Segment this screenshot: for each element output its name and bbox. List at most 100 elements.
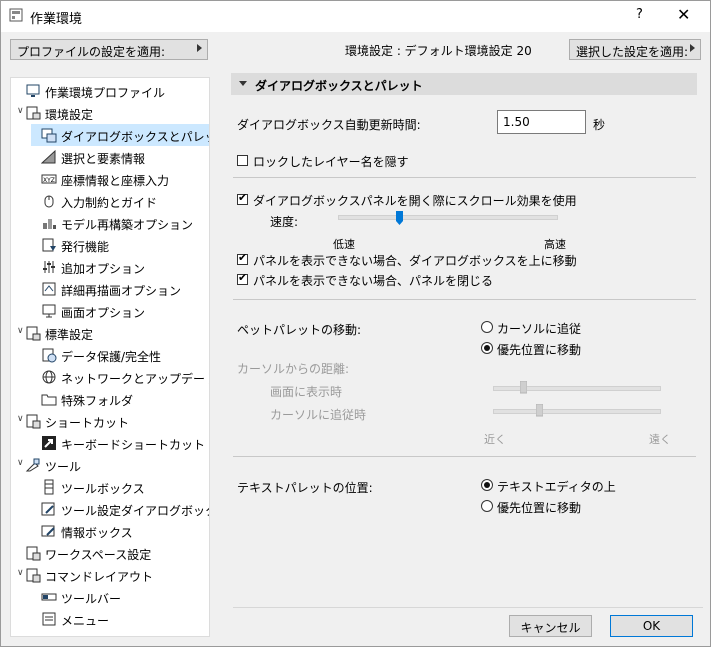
scroll-effect-checkbox[interactable]: ✔ xyxy=(237,192,248,205)
app-icon xyxy=(9,8,23,22)
tree-item[interactable]: 情報ボックス xyxy=(11,520,209,542)
chevron-right-icon xyxy=(690,44,695,52)
tools-icon xyxy=(25,458,40,472)
close-panel-checkbox[interactable]: ✔ xyxy=(237,271,248,285)
screen-display-slider-track[interactable] xyxy=(493,386,661,391)
auto-refresh-field[interactable] xyxy=(497,110,586,134)
tree-item[interactable]: 入力制約とガイド xyxy=(11,190,209,212)
sliders-icon xyxy=(43,261,55,273)
model-rebuild-icon xyxy=(43,219,56,229)
help-button[interactable]: ? xyxy=(636,7,643,22)
cursor-follow-slider-track[interactable] xyxy=(493,409,661,414)
tree-item-label: 入力制約とガイド xyxy=(61,196,158,210)
speed-low-label: 低速 xyxy=(333,238,355,251)
tree-item[interactable]: キーボードショートカット xyxy=(11,432,209,454)
speed-slider-track[interactable] xyxy=(338,215,558,220)
pet-follow-cursor-radio[interactable] xyxy=(481,321,493,333)
tree-item-label: ツール xyxy=(45,460,82,474)
check-icon: ✔ xyxy=(238,271,248,284)
cursor-follow-slider-thumb[interactable] xyxy=(536,404,544,418)
tree-item-label: キーボードショートカット xyxy=(61,438,206,452)
tree-item-label: ダイアログボックスとパレット xyxy=(61,130,209,144)
divider xyxy=(233,177,696,178)
info-box-icon xyxy=(41,525,55,537)
tree-item[interactable]: 追加オプション xyxy=(11,256,209,278)
svg-text:XYZ: XYZ xyxy=(43,177,55,184)
far-label: 遠く xyxy=(649,433,671,446)
apply-profile-button[interactable]: プロファイルの設定を適用: xyxy=(10,39,208,60)
screen-display-label: 画面に表示時 xyxy=(270,385,343,399)
tree-item[interactable]: 画面オプション xyxy=(11,300,209,322)
text-palette-label: テキストパレットの位置: xyxy=(237,481,373,495)
menu-icon xyxy=(42,612,56,626)
cursor-distance-label: カーソルからの距離: xyxy=(237,362,350,376)
tree-item[interactable]: ∨ 標準設定 xyxy=(11,322,209,344)
text-preferred-position-radio[interactable] xyxy=(481,500,493,512)
tree-item-label: 情報ボックス xyxy=(61,526,133,540)
tree-item[interactable]: モデル再構築オプション xyxy=(11,212,209,234)
radio-dot xyxy=(484,482,490,488)
tree-item[interactable]: ∨ コマンドレイアウト xyxy=(11,564,209,586)
apply-selected-button[interactable]: 選択した設定を適用: xyxy=(569,39,701,60)
auto-refresh-label: ダイアログボックス自動更新時間: xyxy=(237,118,421,132)
tree-item-label: データ保護/完全性 xyxy=(61,350,162,364)
tree-item[interactable]: ∨ ショートカット xyxy=(11,410,209,432)
tree-item[interactable]: 作業環境プロファイル xyxy=(11,80,209,102)
ok-button[interactable]: OK xyxy=(610,615,693,637)
shortcuts-icon xyxy=(26,414,41,429)
standard-settings-icon xyxy=(26,326,41,341)
window-title: 作業環境 xyxy=(30,12,83,27)
apply-profile-label: プロファイルの設定を適用: xyxy=(17,45,166,59)
speed-slider-thumb[interactable] xyxy=(395,211,403,225)
tree-item[interactable]: ワークスペース設定 xyxy=(11,542,209,564)
tree-item[interactable]: 発行機能 xyxy=(11,234,209,256)
cancel-button[interactable]: キャンセル xyxy=(509,615,592,637)
tree-item[interactable]: ツールバー xyxy=(11,586,209,608)
tree-item-label: 環境設定 xyxy=(45,108,94,122)
tree-item[interactable]: データ保護/完全性 xyxy=(11,344,209,366)
globe-icon xyxy=(42,370,56,384)
tool-settings-dialog-icon xyxy=(41,502,55,516)
close-button[interactable]: ✕ xyxy=(677,5,690,24)
tree-item[interactable]: 選択と要素情報 xyxy=(11,146,209,168)
display-options-icon xyxy=(42,304,56,318)
tree-item[interactable]: 特殊フォルダ xyxy=(11,388,209,410)
collapse-triangle-icon xyxy=(239,81,247,86)
tree-item[interactable]: ダイアログボックスとパレット xyxy=(31,124,209,146)
section-title: ダイアログボックスとパレット xyxy=(255,79,423,93)
hide-locked-layer-checkbox[interactable] xyxy=(237,155,248,166)
section-header[interactable]: ダイアログボックスとパレット xyxy=(231,73,697,95)
xyz-coordinates-icon: XYZ xyxy=(41,174,57,184)
toolbox-icon xyxy=(44,479,54,495)
scroll-effect-label: ダイアログボックスパネルを開く際にスクロール効果を使用 xyxy=(253,194,577,208)
title-bar: 作業環境 ? ✕ xyxy=(0,0,711,32)
tree-item-label: 発行機能 xyxy=(61,240,110,254)
tree-item[interactable]: ツールボックス xyxy=(11,476,209,498)
tree-item[interactable]: XYZ 座標情報と座標入力 xyxy=(11,168,209,190)
pet-preferred-position-radio[interactable] xyxy=(481,342,493,354)
tree-item[interactable]: ∨ 環境設定 xyxy=(11,102,209,124)
tree-item[interactable]: ツール設定ダイアログボックス xyxy=(11,498,209,520)
tree-item-label: 詳細再描画オプション xyxy=(61,284,182,298)
redraw-options-icon xyxy=(42,282,56,296)
selection-info-icon xyxy=(41,149,56,164)
data-protection-icon xyxy=(42,348,57,363)
tree-item-label: ツールボックス xyxy=(61,482,145,496)
tree-item[interactable]: 詳細再描画オプション xyxy=(11,278,209,300)
near-label: 近く xyxy=(484,433,506,446)
text-editor-top-radio[interactable] xyxy=(481,479,493,491)
tree-item-label: ツール設定ダイアログボックス xyxy=(61,504,209,518)
tree-item[interactable]: ∨ ツール xyxy=(11,454,209,476)
move-dialog-up-checkbox[interactable]: ✔ xyxy=(237,252,248,265)
tree-item[interactable]: ネットワークとアップデート xyxy=(11,366,209,388)
auto-refresh-input[interactable] xyxy=(503,115,583,129)
settings-tree[interactable]: 作業環境プロファイル ∨環境設定ダイアログボックスとパレット選択と要素情報 XYZ 座… xyxy=(10,77,210,637)
environment-settings-icon xyxy=(26,106,41,120)
screen-display-slider-thumb[interactable] xyxy=(520,381,528,395)
tree-item[interactable]: メニュー xyxy=(11,608,209,630)
cursor-follow-label: カーソルに追従時 xyxy=(270,408,367,422)
toolbar-icon xyxy=(41,593,57,601)
dialog-palette-icon xyxy=(41,128,57,143)
ok-label: OK xyxy=(642,619,661,633)
chevron-right-icon xyxy=(197,44,202,52)
